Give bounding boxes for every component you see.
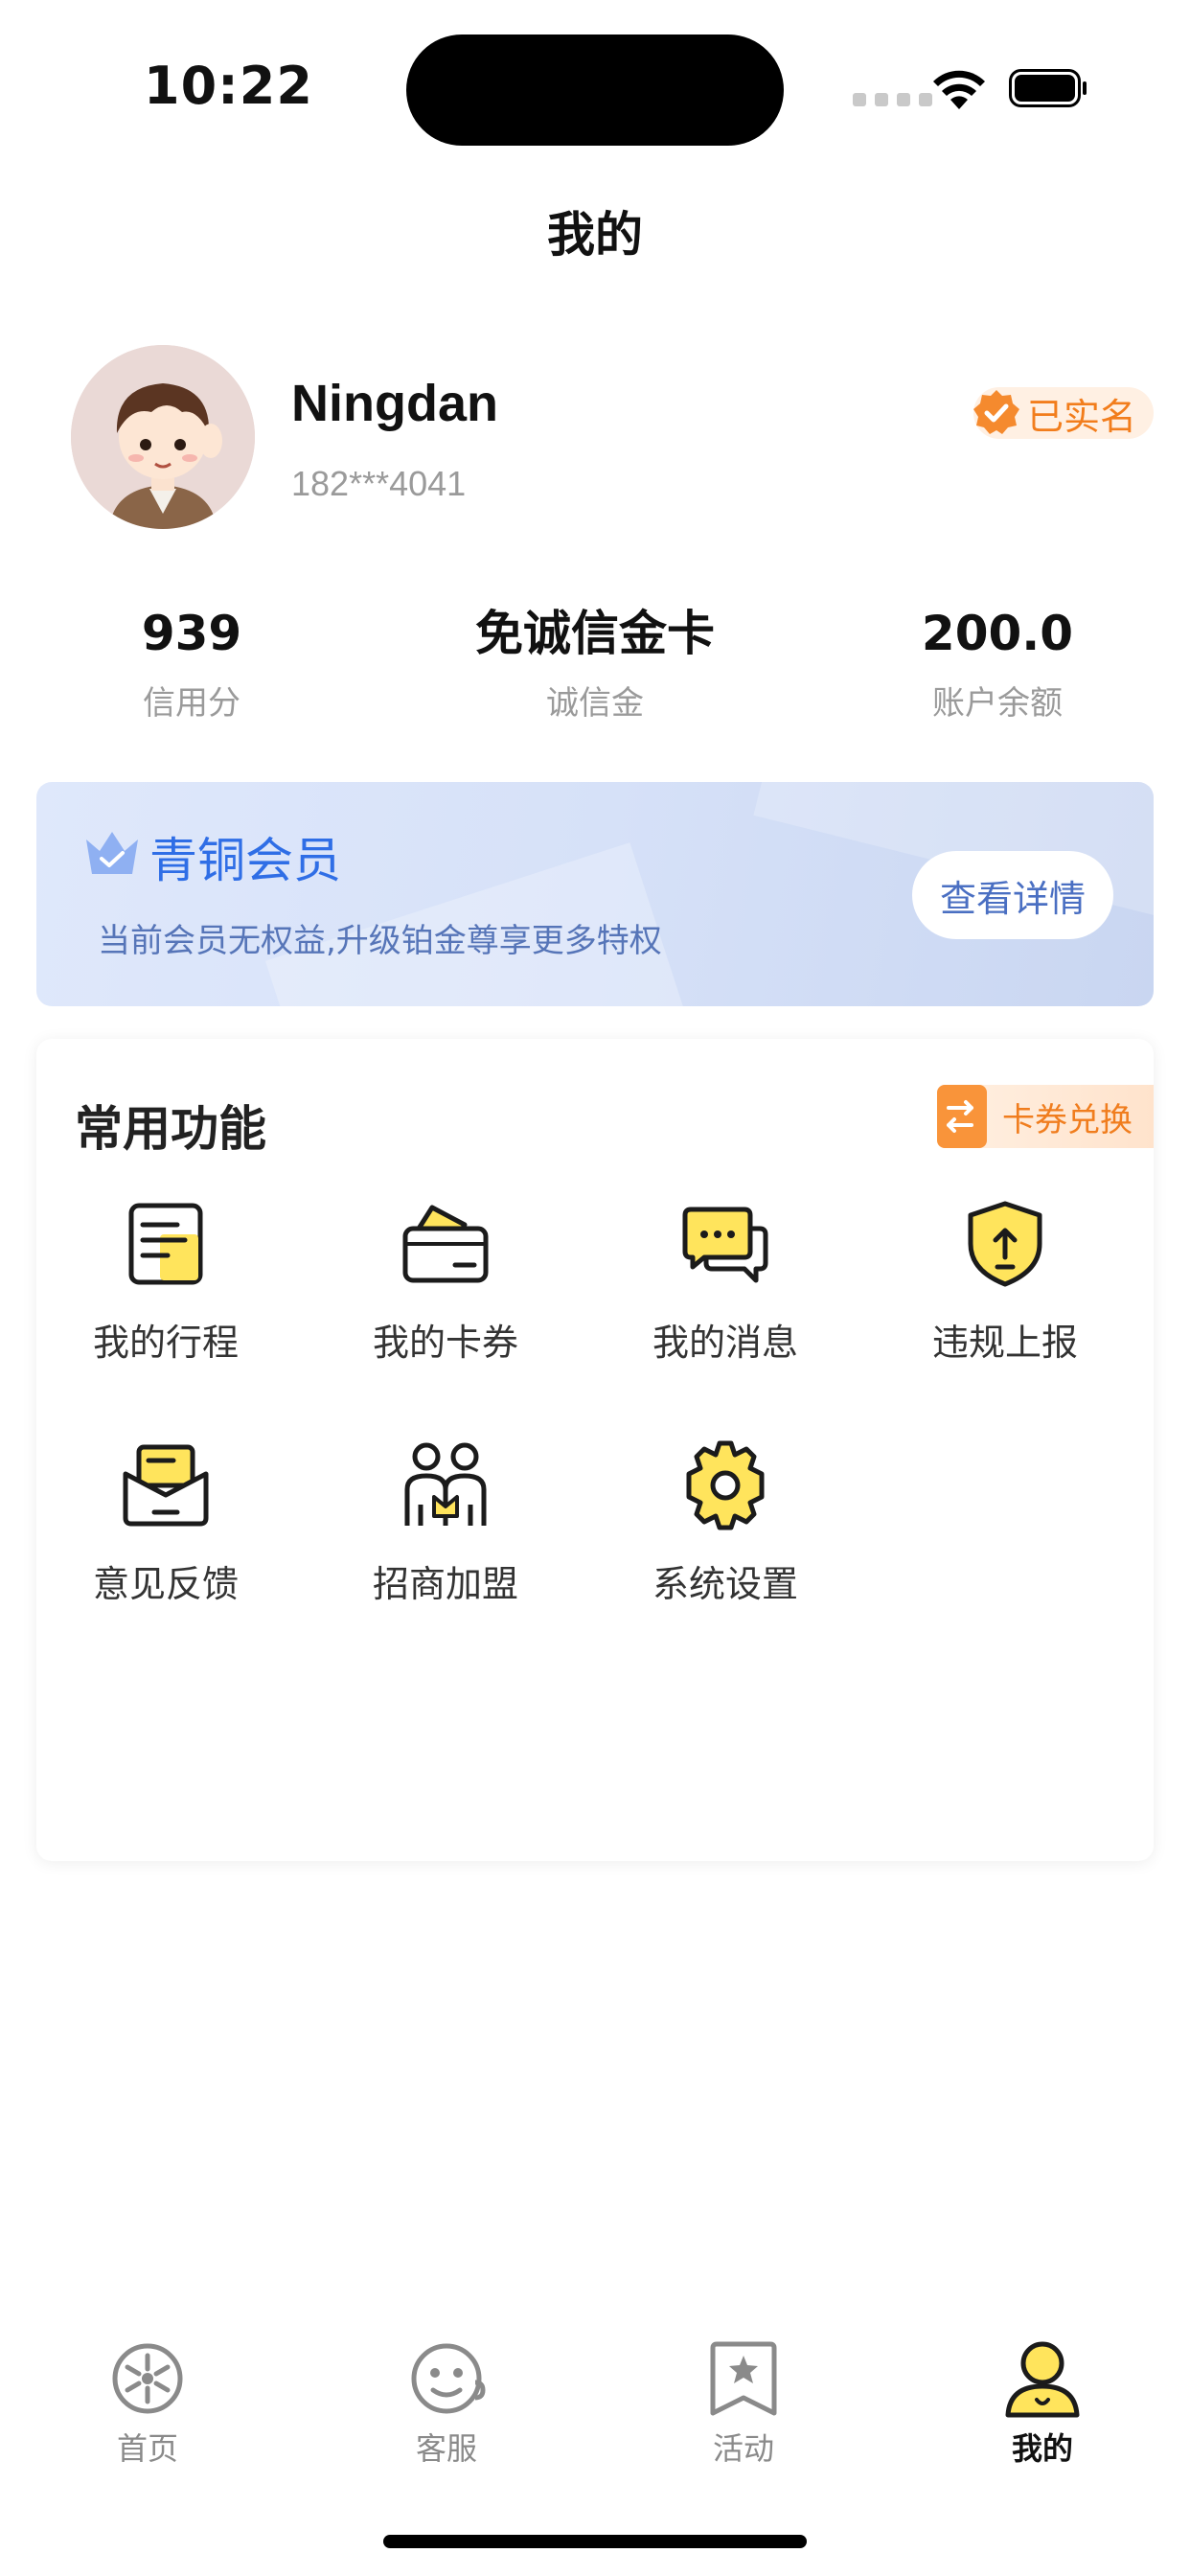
stat-value: 939 xyxy=(141,606,242,661)
home-indicator[interactable] xyxy=(383,2535,807,2548)
stat-value: 免诚信金卡 xyxy=(475,606,715,661)
stat-label: 信用分 xyxy=(143,684,240,723)
username: Ningdan xyxy=(291,375,498,432)
tab-mine[interactable]: 我的 xyxy=(947,2338,1138,2469)
feature-feedback[interactable]: 意见反馈 xyxy=(36,1438,295,1607)
stat-label: 诚信金 xyxy=(546,684,644,723)
feature-my-trips[interactable]: 我的行程 xyxy=(36,1196,295,1366)
coupon-exchange-button[interactable]: 卡券兑换 xyxy=(937,1085,1154,1148)
stat-value: 200.0 xyxy=(921,606,1074,661)
user-profile-icon xyxy=(1005,2341,1080,2418)
tab-activities[interactable]: 活动 xyxy=(648,2338,839,2469)
partners-icon xyxy=(404,1442,487,1526)
gear-icon xyxy=(686,1440,765,1530)
trip-document-icon xyxy=(128,1203,203,1285)
stat-deposit[interactable]: 免诚信金卡 诚信金 xyxy=(423,604,767,724)
tab-label: 我的 xyxy=(1011,2430,1073,2467)
tab-home[interactable]: 首页 xyxy=(52,2338,243,2469)
feature-label: 我的卡券 xyxy=(372,1322,518,1364)
status-time: 10:22 xyxy=(144,56,313,116)
membership-subtitle: 当前会员无权益,升级铂金尊享更多特权 xyxy=(98,922,662,960)
feature-label: 招商加盟 xyxy=(372,1563,518,1605)
service-face-icon xyxy=(411,2343,486,2414)
page-title: 我的 xyxy=(547,207,643,263)
stat-label: 账户余额 xyxy=(932,684,1063,723)
phone-number: 182***4041 xyxy=(291,464,467,503)
feature-my-messages[interactable]: 我的消息 xyxy=(596,1196,855,1366)
chat-bubbles-icon xyxy=(682,1207,768,1283)
feature-settings[interactable]: 系统设置 xyxy=(596,1438,855,1607)
stat-balance[interactable]: 200.0 账户余额 xyxy=(825,604,1170,724)
feature-label: 我的消息 xyxy=(652,1322,798,1364)
feature-my-coupons[interactable]: 我的卡券 xyxy=(316,1196,575,1366)
features-card: 常用功能 卡券兑换 我的行程 我的卡券 我的消息 违规上报 意见反馈 招商加盟 … xyxy=(36,1039,1154,1861)
mail-feedback-icon xyxy=(123,1444,209,1527)
shield-upload-icon xyxy=(968,1201,1042,1287)
wifi-icon xyxy=(933,70,985,109)
verified-badge[interactable]: 已实名 xyxy=(973,387,1154,439)
status-bar: 10:22 xyxy=(0,0,1190,182)
feature-label: 系统设置 xyxy=(652,1563,798,1605)
membership-title: 青铜会员 xyxy=(149,833,341,888)
avatar[interactable] xyxy=(71,345,255,529)
verified-label: 已实名 xyxy=(1027,395,1137,438)
verified-check-icon xyxy=(973,390,1019,434)
crown-icon xyxy=(86,832,138,874)
feature-label: 违规上报 xyxy=(931,1322,1078,1364)
tab-label: 首页 xyxy=(116,2430,178,2467)
view-details-button[interactable]: 查看详情 xyxy=(912,851,1113,939)
features-title: 常用功能 xyxy=(75,1101,266,1157)
cellular-signal-icon xyxy=(853,93,932,106)
avatar-illustration-icon xyxy=(71,345,255,529)
battery-icon xyxy=(1009,69,1087,107)
exchange-label: 卡券兑换 xyxy=(1002,1100,1133,1139)
star-bookmark-icon xyxy=(710,2341,777,2416)
dynamic-island xyxy=(406,34,784,146)
wallet-coupon-icon xyxy=(402,1205,489,1283)
wheel-home-icon xyxy=(112,2343,183,2414)
tab-label: 客服 xyxy=(415,2430,477,2467)
tab-label: 活动 xyxy=(712,2430,774,2467)
tab-service[interactable]: 客服 xyxy=(351,2338,542,2469)
feature-violation-report[interactable]: 违规上报 xyxy=(876,1196,1134,1366)
feature-franchise[interactable]: 招商加盟 xyxy=(316,1438,575,1607)
stat-credit-score[interactable]: 939 信用分 xyxy=(19,604,364,724)
exchange-arrows-icon xyxy=(937,1085,987,1148)
membership-card[interactable]: 青铜会员 当前会员无权益,升级铂金尊享更多特权 查看详情 xyxy=(36,782,1154,1006)
feature-label: 我的行程 xyxy=(92,1322,239,1364)
feature-label: 意见反馈 xyxy=(92,1563,239,1605)
